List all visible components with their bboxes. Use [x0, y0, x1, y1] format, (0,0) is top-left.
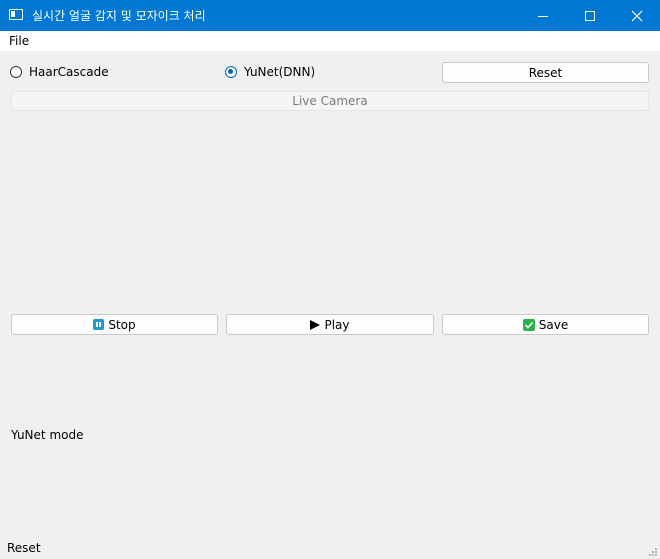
menu-file[interactable]: File: [9, 34, 29, 48]
radio-circle[interactable]: [10, 66, 22, 78]
reset-button[interactable]: Reset: [442, 62, 649, 83]
minimize-button[interactable]: [520, 0, 566, 31]
window-title: 실시간 얼굴 감지 및 모자이크 처리: [32, 9, 206, 23]
play-label: Play: [324, 317, 350, 332]
yunet-radio[interactable]: YuNet(DNN): [225, 65, 315, 79]
reset-button-label: Reset: [528, 65, 563, 80]
live-camera-label: Live Camera: [292, 94, 368, 108]
maximize-icon: [585, 10, 595, 21]
close-button[interactable]: [614, 0, 660, 31]
close-icon: [631, 10, 643, 21]
play-icon: [310, 319, 321, 330]
live-camera-view: Live Camera: [11, 91, 649, 111]
stop-button[interactable]: Stop: [11, 314, 218, 335]
menu-bar: File: [0, 31, 660, 51]
resize-grip-icon[interactable]: [648, 547, 658, 557]
play-button[interactable]: Play: [226, 314, 434, 335]
haarcascade-label: HaarCascade: [29, 65, 109, 79]
app-icon: [9, 9, 23, 20]
yunet-label: YuNet(DNN): [244, 65, 316, 79]
title-bar[interactable]: 실시간 얼굴 감지 및 모자이크 처리: [0, 0, 660, 31]
radio-circle-checked[interactable]: [225, 66, 237, 78]
status-bar-text: Reset: [7, 541, 41, 555]
save-label: Save: [538, 317, 569, 332]
checkmark-icon: [522, 318, 535, 331]
mode-label: YuNet mode: [11, 428, 84, 442]
minimize-icon: [538, 15, 548, 17]
haarcascade-radio[interactable]: HaarCascade: [10, 65, 109, 79]
save-button[interactable]: Save: [442, 314, 649, 335]
stop-label: Stop: [108, 317, 136, 332]
maximize-button[interactable]: [567, 0, 613, 31]
pause-icon: [93, 319, 105, 330]
